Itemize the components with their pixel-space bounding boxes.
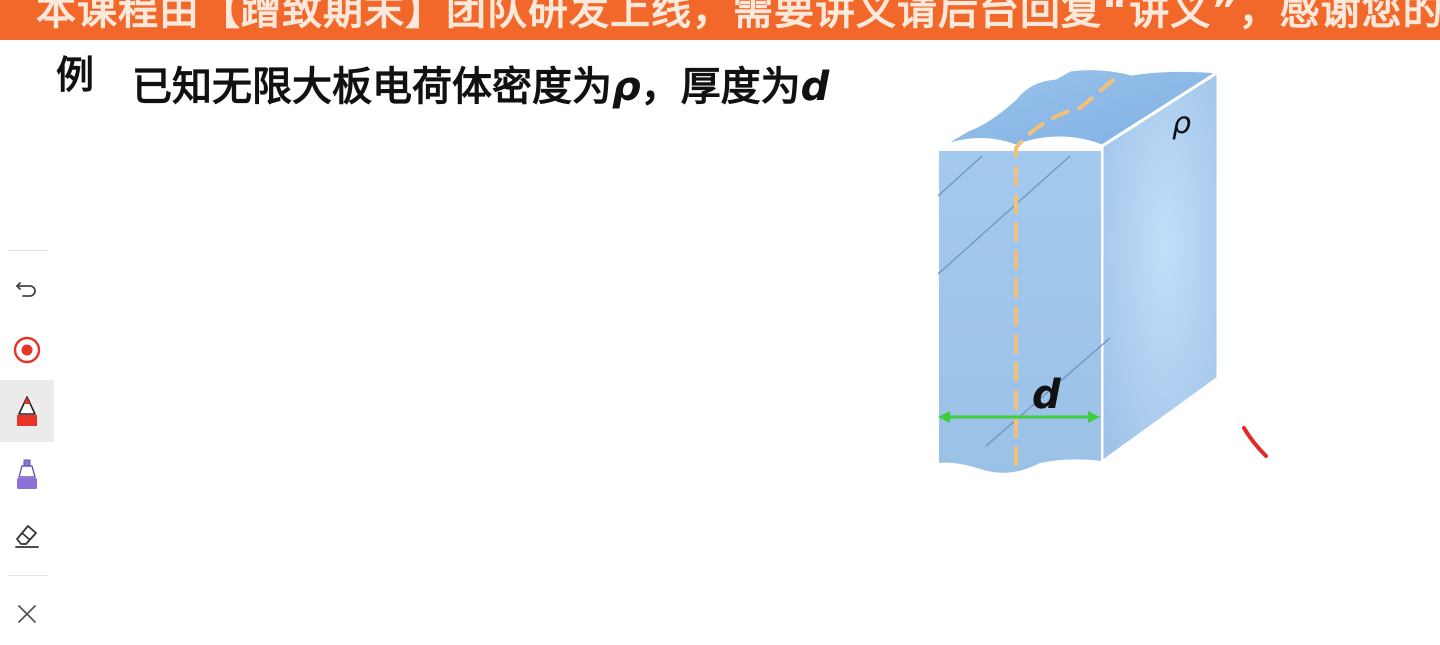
red-pen-icon (17, 396, 37, 426)
rho-symbol: ρ (612, 64, 641, 110)
d-symbol: d (800, 64, 830, 110)
figure-d-label: d (1032, 372, 1061, 418)
problem-text-sep: ，厚度为 (640, 64, 801, 110)
laser-pointer-icon (13, 336, 41, 364)
slab-front-face (937, 149, 1103, 475)
purple-pen-button[interactable] (0, 443, 54, 505)
close-icon (18, 605, 36, 623)
problem-statement: 已知无限大板电荷体密度为ρ，厚度为d (132, 54, 829, 112)
banner-text: 本课程由【蹭致期末】团队研发上线，需要讲义请后台回复“讲义”，感谢您的支持 (36, 0, 1440, 34)
laser-pointer-button[interactable] (0, 319, 54, 381)
problem-text-main: 已知无限大板电荷体密度为 (132, 64, 612, 110)
undo-icon (16, 282, 36, 297)
slab-illustration (937, 67, 1223, 475)
eraser-button[interactable] (0, 504, 54, 566)
figure-rho-label: ρ (1172, 106, 1192, 141)
eraser-icon (15, 525, 39, 548)
annotation-toolbar (0, 250, 54, 623)
toolbar-divider (8, 250, 48, 251)
charged-slab-figure: ρ d (920, 60, 1240, 500)
toolbar-divider (8, 575, 48, 576)
red-pen-button[interactable] (0, 380, 54, 442)
top-banner: 本课程由【蹭致期末】团队研发上线，需要讲义请后台回复“讲义”，感谢您的支持 (0, 0, 1440, 40)
example-label: 例 (56, 53, 95, 97)
purple-pen-icon (17, 459, 37, 489)
close-button[interactable] (0, 583, 54, 645)
undo-button[interactable] (0, 256, 54, 318)
pen-annotation-stroke (1242, 426, 1268, 458)
